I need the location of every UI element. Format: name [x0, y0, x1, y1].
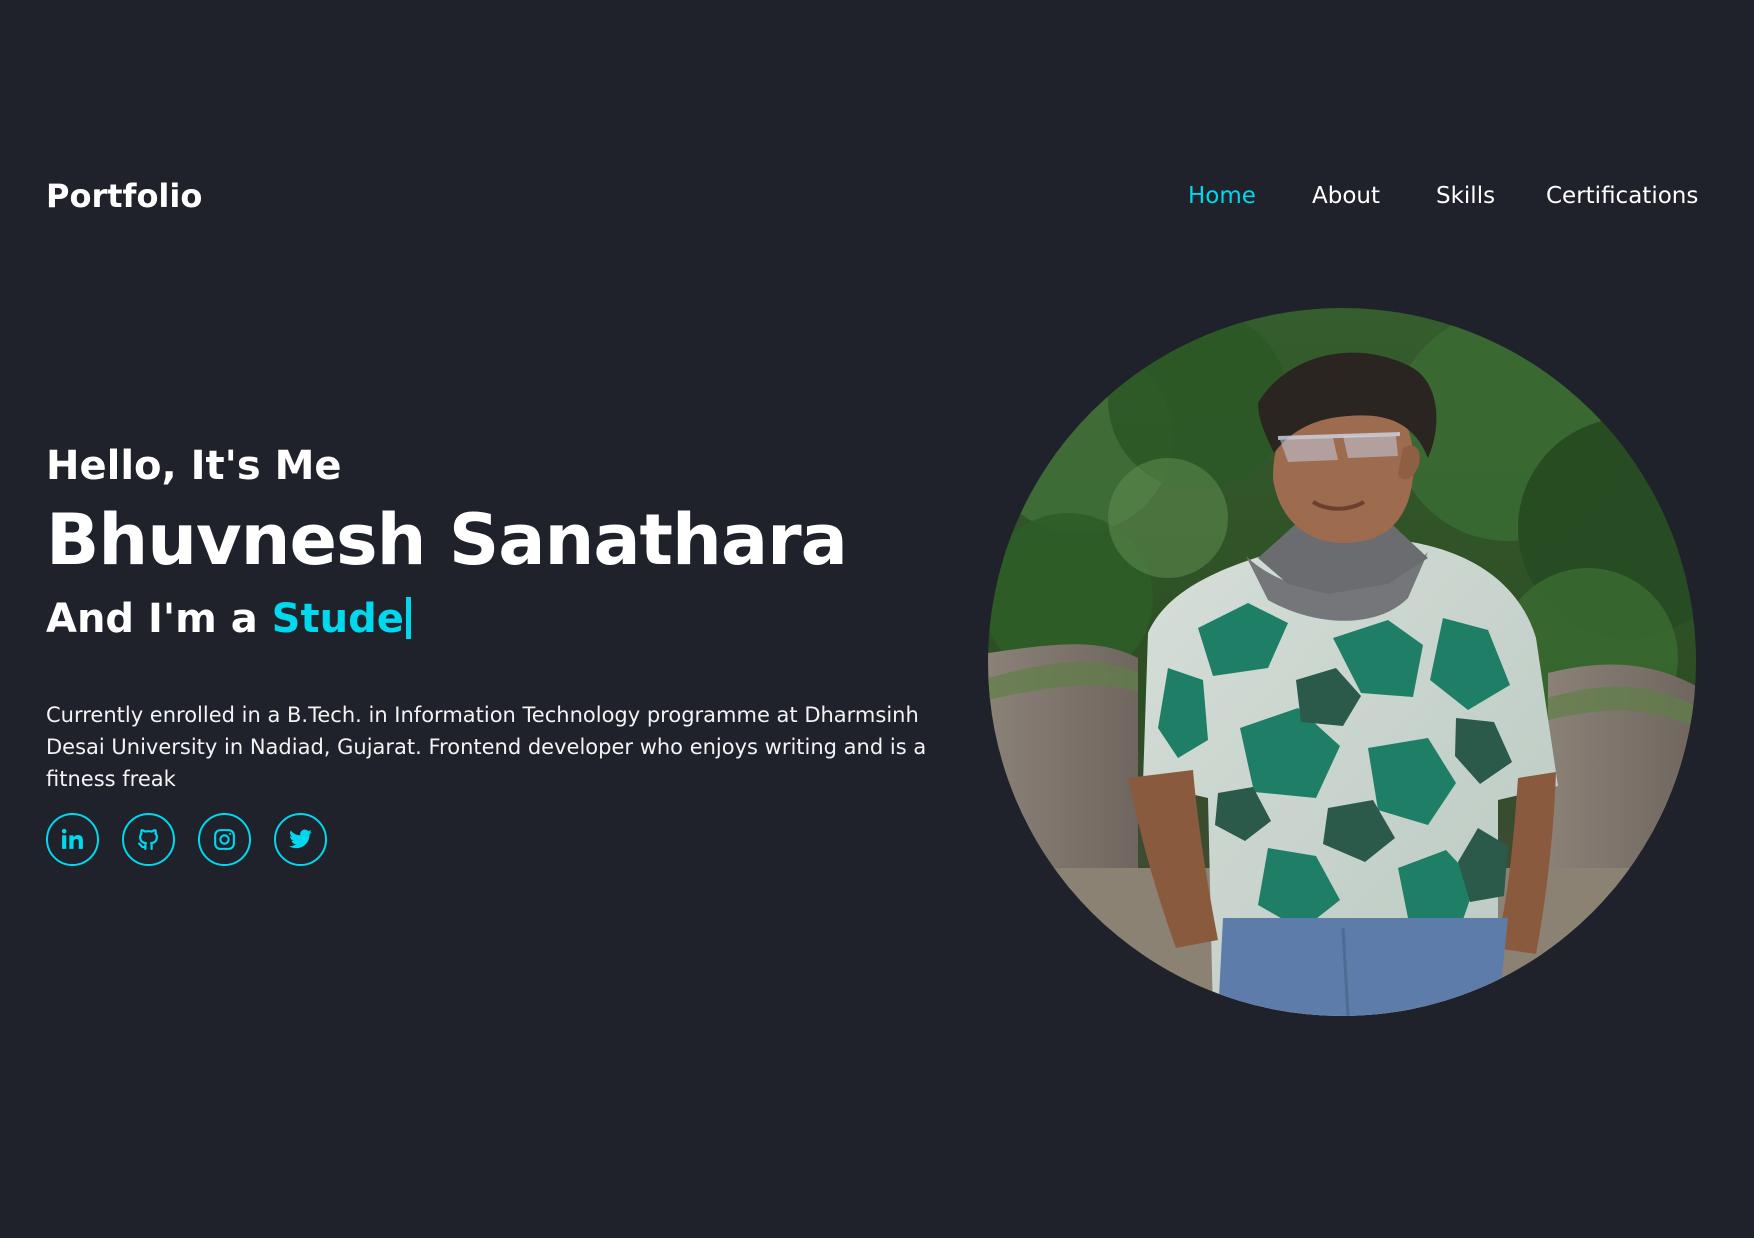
hero-role-typed: Stude: [271, 596, 404, 642]
hero-name: Bhuvnesh Sanathara: [46, 499, 848, 581]
nav-skills[interactable]: Skills: [1436, 181, 1495, 211]
instagram-icon: [212, 827, 237, 852]
hero-greeting: Hello, It's Me: [46, 443, 342, 489]
linkedin-icon: [60, 827, 85, 852]
hero-description: Currently enrolled in a B.Tech. in Infor…: [46, 703, 927, 791]
github-link[interactable]: [122, 813, 175, 866]
twitter-link[interactable]: [274, 813, 327, 866]
nav-home[interactable]: Home: [1188, 181, 1256, 211]
nav-about[interactable]: About: [1312, 181, 1380, 211]
linkedin-link[interactable]: [46, 813, 99, 866]
hero-role-prefix: And I'm a: [46, 596, 272, 642]
site-logo[interactable]: Portfolio: [46, 174, 202, 218]
instagram-link[interactable]: [198, 813, 251, 866]
profile-photo: [988, 308, 1696, 1016]
profile-photo-illustration: [988, 308, 1696, 1016]
typing-cursor: [405, 597, 411, 639]
twitter-icon: [288, 827, 313, 852]
social-links: [46, 813, 346, 869]
hero-role: And I'm a Stude: [46, 591, 411, 647]
navbar: Portfolio Home About Skills Certificatio…: [0, 0, 1754, 392]
nav-certifications[interactable]: Certifications: [1546, 181, 1698, 211]
github-icon: [136, 827, 161, 852]
